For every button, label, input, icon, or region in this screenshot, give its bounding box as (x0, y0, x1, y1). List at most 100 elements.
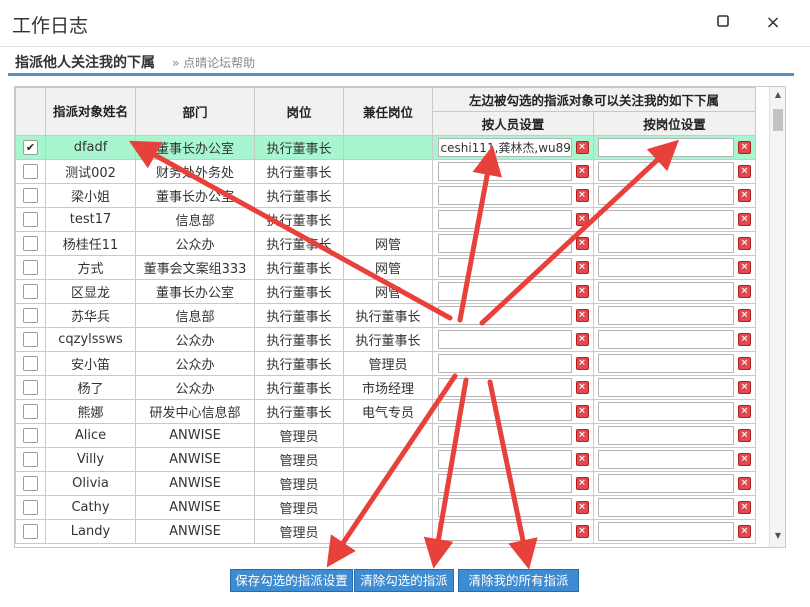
clear-post-icon[interactable]: × (738, 189, 751, 202)
person-setting-input[interactable] (437, 234, 572, 253)
post-setting-input[interactable] (598, 186, 734, 205)
post-setting-input[interactable] (598, 258, 734, 277)
table-row[interactable]: cqzylssws 公众办 执行董事长 执行董事长 × × (15, 327, 756, 352)
person-setting-input[interactable] (437, 162, 572, 181)
clear-post-icon[interactable]: × (738, 525, 751, 538)
table-row[interactable]: 苏华兵 信息部 执行董事长 执行董事长 × × (15, 303, 756, 328)
table-row[interactable]: 方式 董事会文案组333 执行董事长 网管 × × (15, 255, 756, 280)
vertical-scrollbar[interactable]: ▲ ▼ (769, 87, 785, 547)
post-setting-input[interactable] (598, 450, 734, 469)
clear-person-icon[interactable]: × (575, 141, 589, 154)
clear-post-icon[interactable]: × (738, 381, 751, 394)
table-row[interactable]: Alice ANWISE 管理员 × × (15, 423, 756, 448)
row-checkbox[interactable] (23, 476, 38, 491)
table-row[interactable]: Cathy ANWISE 管理员 × × (15, 495, 756, 520)
table-row[interactable]: 区显龙 董事长办公室 执行董事长 网管 × × (15, 279, 756, 304)
clear-person-icon[interactable]: × (575, 429, 589, 442)
clear-person-icon[interactable]: × (575, 453, 589, 466)
post-setting-input[interactable] (598, 498, 734, 517)
row-checkbox[interactable] (23, 308, 38, 323)
table-row[interactable]: 杨桂任11 公众办 执行董事长 网管 × × (15, 231, 756, 256)
clear-person-icon[interactable]: × (575, 405, 589, 418)
clear-person-icon[interactable]: × (575, 213, 589, 226)
clear-post-icon[interactable]: × (738, 453, 751, 466)
clear-post-icon[interactable]: × (738, 309, 751, 322)
clear-person-icon[interactable]: × (575, 165, 589, 178)
clear-post-icon[interactable]: × (738, 477, 751, 490)
clear-person-icon[interactable]: × (575, 501, 589, 514)
post-setting-input[interactable] (598, 330, 734, 349)
row-checkbox[interactable] (23, 452, 38, 467)
clear-person-icon[interactable]: × (575, 357, 589, 370)
clear-post-icon[interactable]: × (738, 261, 751, 274)
row-checkbox[interactable] (23, 284, 38, 299)
scroll-up-icon[interactable]: ▲ (773, 90, 783, 102)
post-setting-input[interactable] (598, 306, 734, 325)
person-setting-input[interactable] (437, 474, 572, 493)
row-checkbox[interactable] (23, 500, 38, 515)
clear-post-icon[interactable]: × (738, 285, 751, 298)
clear-person-icon[interactable]: × (575, 477, 589, 490)
row-checkbox[interactable] (23, 404, 38, 419)
clear-person-icon[interactable]: × (575, 333, 589, 346)
post-setting-input[interactable] (598, 426, 734, 445)
clear-post-icon[interactable]: × (738, 501, 751, 514)
person-setting-input[interactable] (437, 210, 572, 229)
row-checkbox[interactable] (23, 164, 38, 179)
person-setting-input[interactable]: ceshi111,龚林杰,wu898 (437, 138, 572, 157)
post-setting-input[interactable] (598, 282, 734, 301)
post-setting-input[interactable] (598, 402, 734, 421)
person-setting-input[interactable] (437, 522, 572, 541)
clear-all-button[interactable]: 清除我的所有指派 (458, 569, 579, 592)
maximize-icon[interactable] (710, 10, 736, 36)
clear-post-icon[interactable]: × (738, 237, 751, 250)
person-setting-input[interactable] (437, 450, 572, 469)
person-setting-input[interactable] (437, 354, 572, 373)
clear-post-icon[interactable]: × (738, 357, 751, 370)
clear-post-icon[interactable]: × (738, 141, 751, 154)
post-setting-input[interactable] (598, 138, 734, 157)
person-setting-input[interactable] (437, 186, 572, 205)
clear-person-icon[interactable]: × (575, 525, 589, 538)
person-setting-input[interactable] (437, 282, 572, 301)
scroll-thumb[interactable] (773, 109, 783, 131)
row-checkbox[interactable] (23, 380, 38, 395)
post-setting-input[interactable] (598, 210, 734, 229)
post-setting-input[interactable] (598, 378, 734, 397)
table-row[interactable]: 梁小姐 董事长办公室 执行董事长 × × (15, 183, 756, 208)
close-icon[interactable]: × (760, 10, 786, 36)
person-setting-input[interactable] (437, 498, 572, 517)
clear-post-icon[interactable]: × (738, 429, 751, 442)
post-setting-input[interactable] (598, 354, 734, 373)
row-checkbox[interactable] (23, 524, 38, 539)
person-setting-input[interactable] (437, 402, 572, 421)
clear-person-icon[interactable]: × (575, 261, 589, 274)
row-checkbox[interactable] (23, 260, 38, 275)
clear-person-icon[interactable]: × (575, 285, 589, 298)
table-row[interactable]: 杨了 公众办 执行董事长 市场经理 × × (15, 375, 756, 400)
clear-post-icon[interactable]: × (738, 333, 751, 346)
table-row[interactable]: ✔ dfadf 董事长办公室 执行董事长 ceshi111,龚林杰,wu898× × (15, 135, 756, 160)
scroll-down-icon[interactable]: ▼ (773, 531, 783, 543)
person-setting-input[interactable] (437, 378, 572, 397)
clear-post-icon[interactable]: × (738, 405, 751, 418)
clear-person-icon[interactable]: × (575, 381, 589, 394)
person-setting-input[interactable] (437, 330, 572, 349)
row-checkbox[interactable] (23, 356, 38, 371)
table-row[interactable]: 熊娜 研发中心信息部 执行董事长 电气专员 × × (15, 399, 756, 424)
post-setting-input[interactable] (598, 234, 734, 253)
clear-person-icon[interactable]: × (575, 237, 589, 250)
person-setting-input[interactable] (437, 258, 572, 277)
row-checkbox[interactable] (23, 428, 38, 443)
clear-checked-button[interactable]: 清除勾选的指派 (354, 569, 454, 592)
row-checkbox[interactable]: ✔ (23, 140, 38, 155)
row-checkbox[interactable] (23, 212, 38, 227)
save-assignment-button[interactable]: 保存勾选的指派设置 (230, 569, 353, 592)
clear-post-icon[interactable]: × (738, 165, 751, 178)
post-setting-input[interactable] (598, 474, 734, 493)
row-checkbox[interactable] (23, 188, 38, 203)
table-row[interactable]: Olivia ANWISE 管理员 × × (15, 471, 756, 496)
table-row[interactable]: test17 信息部 执行董事长 × × (15, 207, 756, 232)
table-row[interactable]: 安小笛 公众办 执行董事长 管理员 × × (15, 351, 756, 376)
table-row[interactable]: Landy ANWISE 管理员 × × (15, 519, 756, 544)
